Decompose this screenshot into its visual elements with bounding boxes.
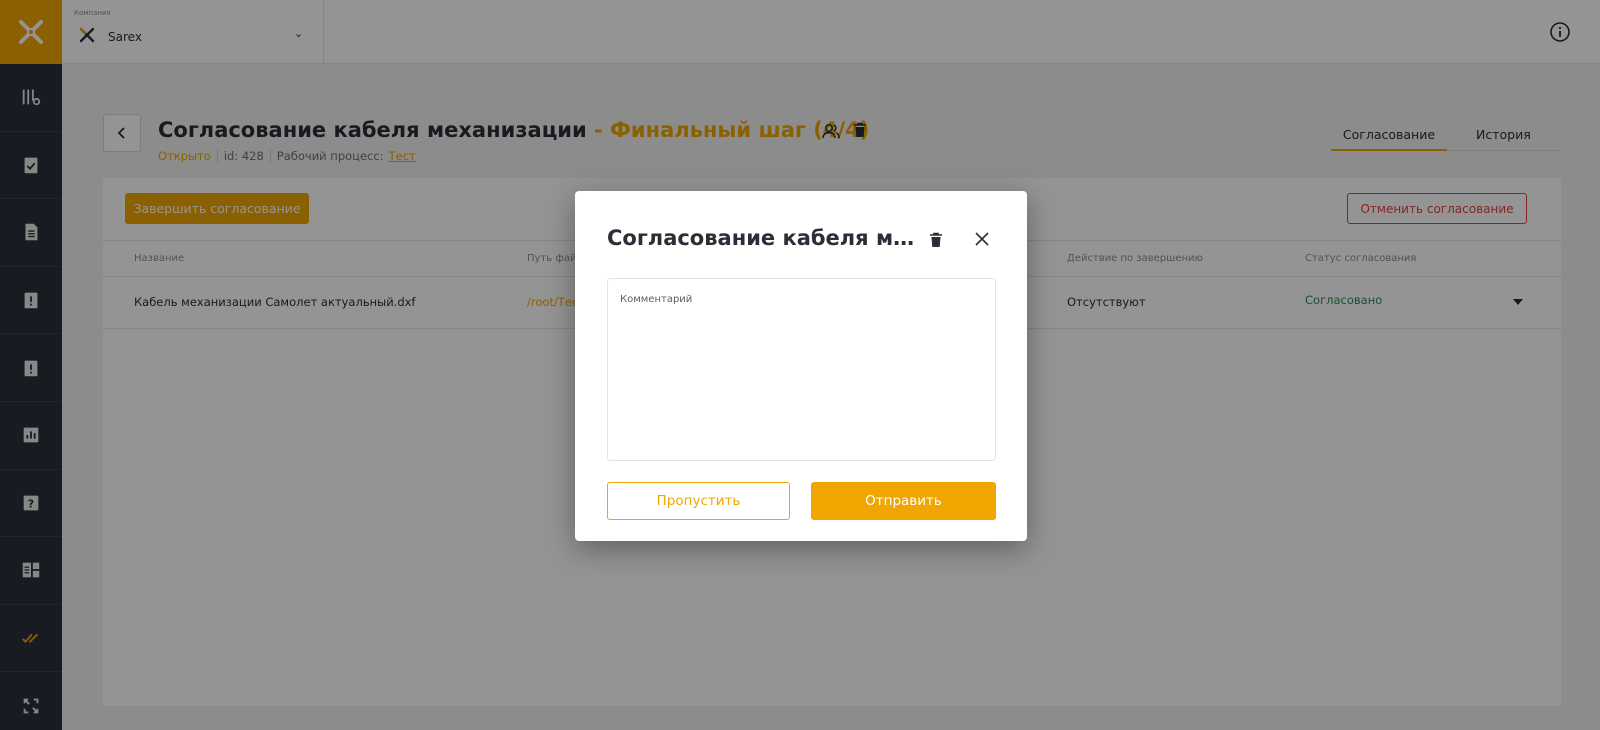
send-button[interactable]: Отправить (811, 482, 996, 520)
comment-modal: Согласование кабеля механизации Коммента… (575, 191, 1027, 541)
comment-label: Комментарий (620, 294, 693, 305)
skip-button[interactable]: Пропустить (607, 482, 790, 520)
comment-input[interactable] (620, 309, 982, 449)
close-icon[interactable] (973, 230, 991, 248)
trash-icon[interactable] (927, 231, 945, 249)
modal-title: Согласование кабеля механизации (607, 226, 922, 250)
comment-field[interactable]: Комментарий (607, 278, 996, 461)
